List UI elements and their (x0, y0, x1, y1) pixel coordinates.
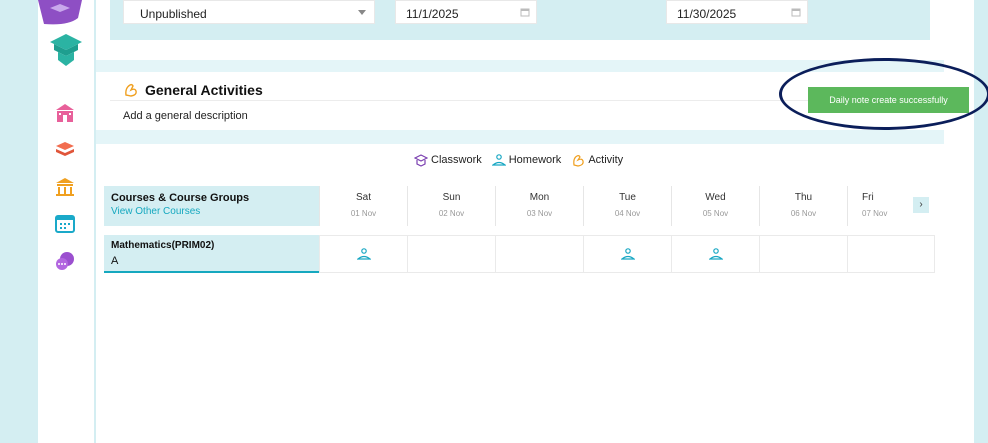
day-date: 02 Nov (438, 209, 465, 218)
day-header-sun: Sun 02 Nov (407, 186, 495, 226)
day-date: 07 Nov (862, 209, 888, 218)
day-name: Mon (529, 192, 550, 203)
courses-header-cell: Courses & Course Groups View Other Cours… (104, 186, 319, 226)
calendar-small-icon (520, 8, 530, 17)
day-cell-tue[interactable] (583, 235, 671, 273)
sidebar (38, 0, 94, 443)
day-name: Fri (862, 192, 874, 203)
calendar-icon[interactable] (52, 210, 78, 236)
legend-activity-label: Activity (588, 154, 624, 166)
course-group: A (111, 255, 119, 267)
courses-header-title: Courses & Course Groups (111, 192, 250, 204)
activity-icon (573, 155, 585, 167)
section-divider (96, 130, 944, 144)
day-cell-fri[interactable] (847, 235, 935, 273)
day-header-wed: Wed 05 Nov (671, 186, 759, 226)
table-header-row: Courses & Course Groups View Other Cours… (104, 186, 937, 226)
legend: Classwork Homework Activity (414, 153, 623, 167)
course-name: Mathematics(PRIM02) (111, 240, 215, 251)
general-activities-header: General Activities (123, 80, 263, 100)
school-icon[interactable] (52, 100, 78, 126)
activity-icon (125, 83, 137, 97)
legend-homework: Homework (491, 153, 562, 167)
homework-icon (491, 154, 506, 166)
classwork-icon (414, 154, 428, 167)
legend-classwork: Classwork (414, 153, 482, 167)
homework-icon (620, 248, 635, 260)
day-header-mon: Mon 03 Nov (495, 186, 583, 226)
day-header-thu: Thu 06 Nov (759, 186, 847, 226)
day-header-tue: Tue 04 Nov (583, 186, 671, 226)
table-row: Mathematics(PRIM02) A (104, 235, 937, 273)
general-description-field[interactable]: Add a general description (123, 110, 248, 122)
day-date: 05 Nov (702, 209, 729, 218)
legend-homework-label: Homework (508, 154, 562, 166)
status-select-value: Unpublished (140, 7, 207, 21)
course-cell[interactable]: Mathematics(PRIM02) A (104, 235, 319, 273)
day-name: Tue (619, 192, 636, 203)
chevron-down-icon (358, 10, 366, 15)
day-cell-mon[interactable] (495, 235, 583, 273)
day-date: 04 Nov (614, 209, 641, 218)
next-week-button[interactable]: › (913, 197, 929, 213)
start-date-value: 11/1/2025 (406, 7, 459, 21)
calendar-small-icon (791, 8, 801, 17)
filter-panel: Unpublished 11/1/2025 11/30/2025 (110, 0, 930, 40)
logo-icon[interactable] (46, 30, 86, 70)
chat-icon[interactable] (52, 248, 78, 274)
end-date-input[interactable]: 11/30/2025 (666, 0, 808, 24)
homework-icon (356, 248, 371, 260)
view-other-courses-link[interactable]: View Other Courses (111, 206, 312, 217)
status-select[interactable]: Unpublished (123, 0, 375, 24)
day-cell-sun[interactable] (407, 235, 495, 273)
legend-classwork-label: Classwork (431, 154, 482, 166)
day-cell-thu[interactable] (759, 235, 847, 273)
institution-icon[interactable] (52, 174, 78, 200)
homework-icon (708, 248, 723, 260)
start-date-input[interactable]: 11/1/2025 (395, 0, 537, 24)
day-header-fri: Fri 07 Nov (847, 186, 907, 226)
day-cell-sat[interactable] (319, 235, 407, 273)
day-date: 03 Nov (526, 209, 553, 218)
day-name: Sun (442, 192, 461, 203)
day-name: Thu (794, 192, 813, 203)
logo-top-icon (38, 0, 82, 25)
end-date-value: 11/30/2025 (677, 7, 737, 21)
day-date: 06 Nov (790, 209, 817, 218)
day-name: Sat (355, 192, 371, 203)
legend-activity: Activity (571, 153, 623, 167)
day-name: Wed (705, 192, 726, 203)
books-icon[interactable] (52, 136, 78, 162)
day-header-sat: Sat 01 Nov (319, 186, 407, 226)
highlight-ring (779, 58, 988, 130)
day-date: 01 Nov (350, 209, 377, 218)
general-activities-title: General Activities (145, 82, 263, 98)
day-cell-wed[interactable] (671, 235, 759, 273)
